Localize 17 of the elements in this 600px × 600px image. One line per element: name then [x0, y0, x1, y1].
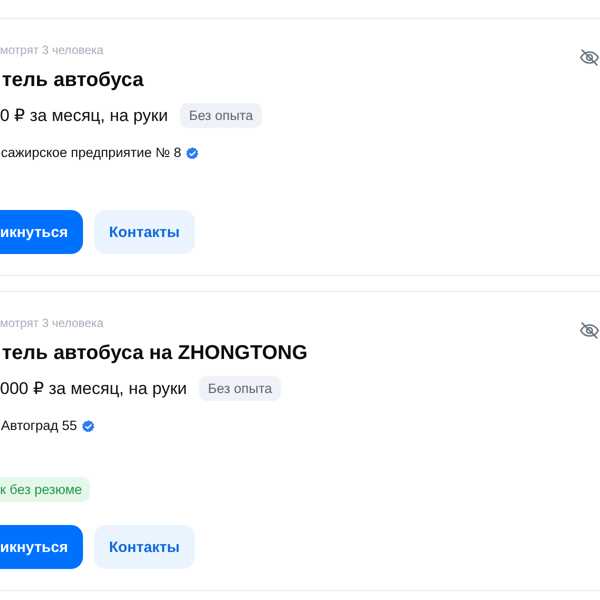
- response-tag: к без резюме: [0, 477, 90, 502]
- salary-text: 000 ₽ за месяц, на руки: [0, 378, 187, 400]
- hide-eye-icon[interactable]: [579, 320, 600, 341]
- employer-name[interactable]: Автоград 55: [1, 417, 78, 435]
- viewers-count: мотрят 3 человека: [0, 315, 104, 331]
- viewers-count: мотрят 3 человека: [0, 42, 104, 58]
- experience-badge: Без опыта: [180, 103, 262, 128]
- experience-badge: Без опыта: [198, 376, 281, 401]
- contacts-button[interactable]: Контакты: [94, 210, 195, 254]
- hide-eye-icon[interactable]: [579, 47, 600, 68]
- respond-button[interactable]: икнуться: [0, 525, 83, 569]
- vacancy-title[interactable]: тель автобуса на ZHONGTONG: [2, 340, 308, 366]
- respond-button[interactable]: икнуться: [0, 210, 83, 254]
- contacts-button[interactable]: Контакты: [94, 525, 195, 569]
- salary-text: 0 ₽ за месяц, на руки: [0, 104, 168, 126]
- vacancy-title[interactable]: тель автобуса: [2, 67, 144, 93]
- employer-name[interactable]: сажирское предприятие № 8: [1, 144, 182, 162]
